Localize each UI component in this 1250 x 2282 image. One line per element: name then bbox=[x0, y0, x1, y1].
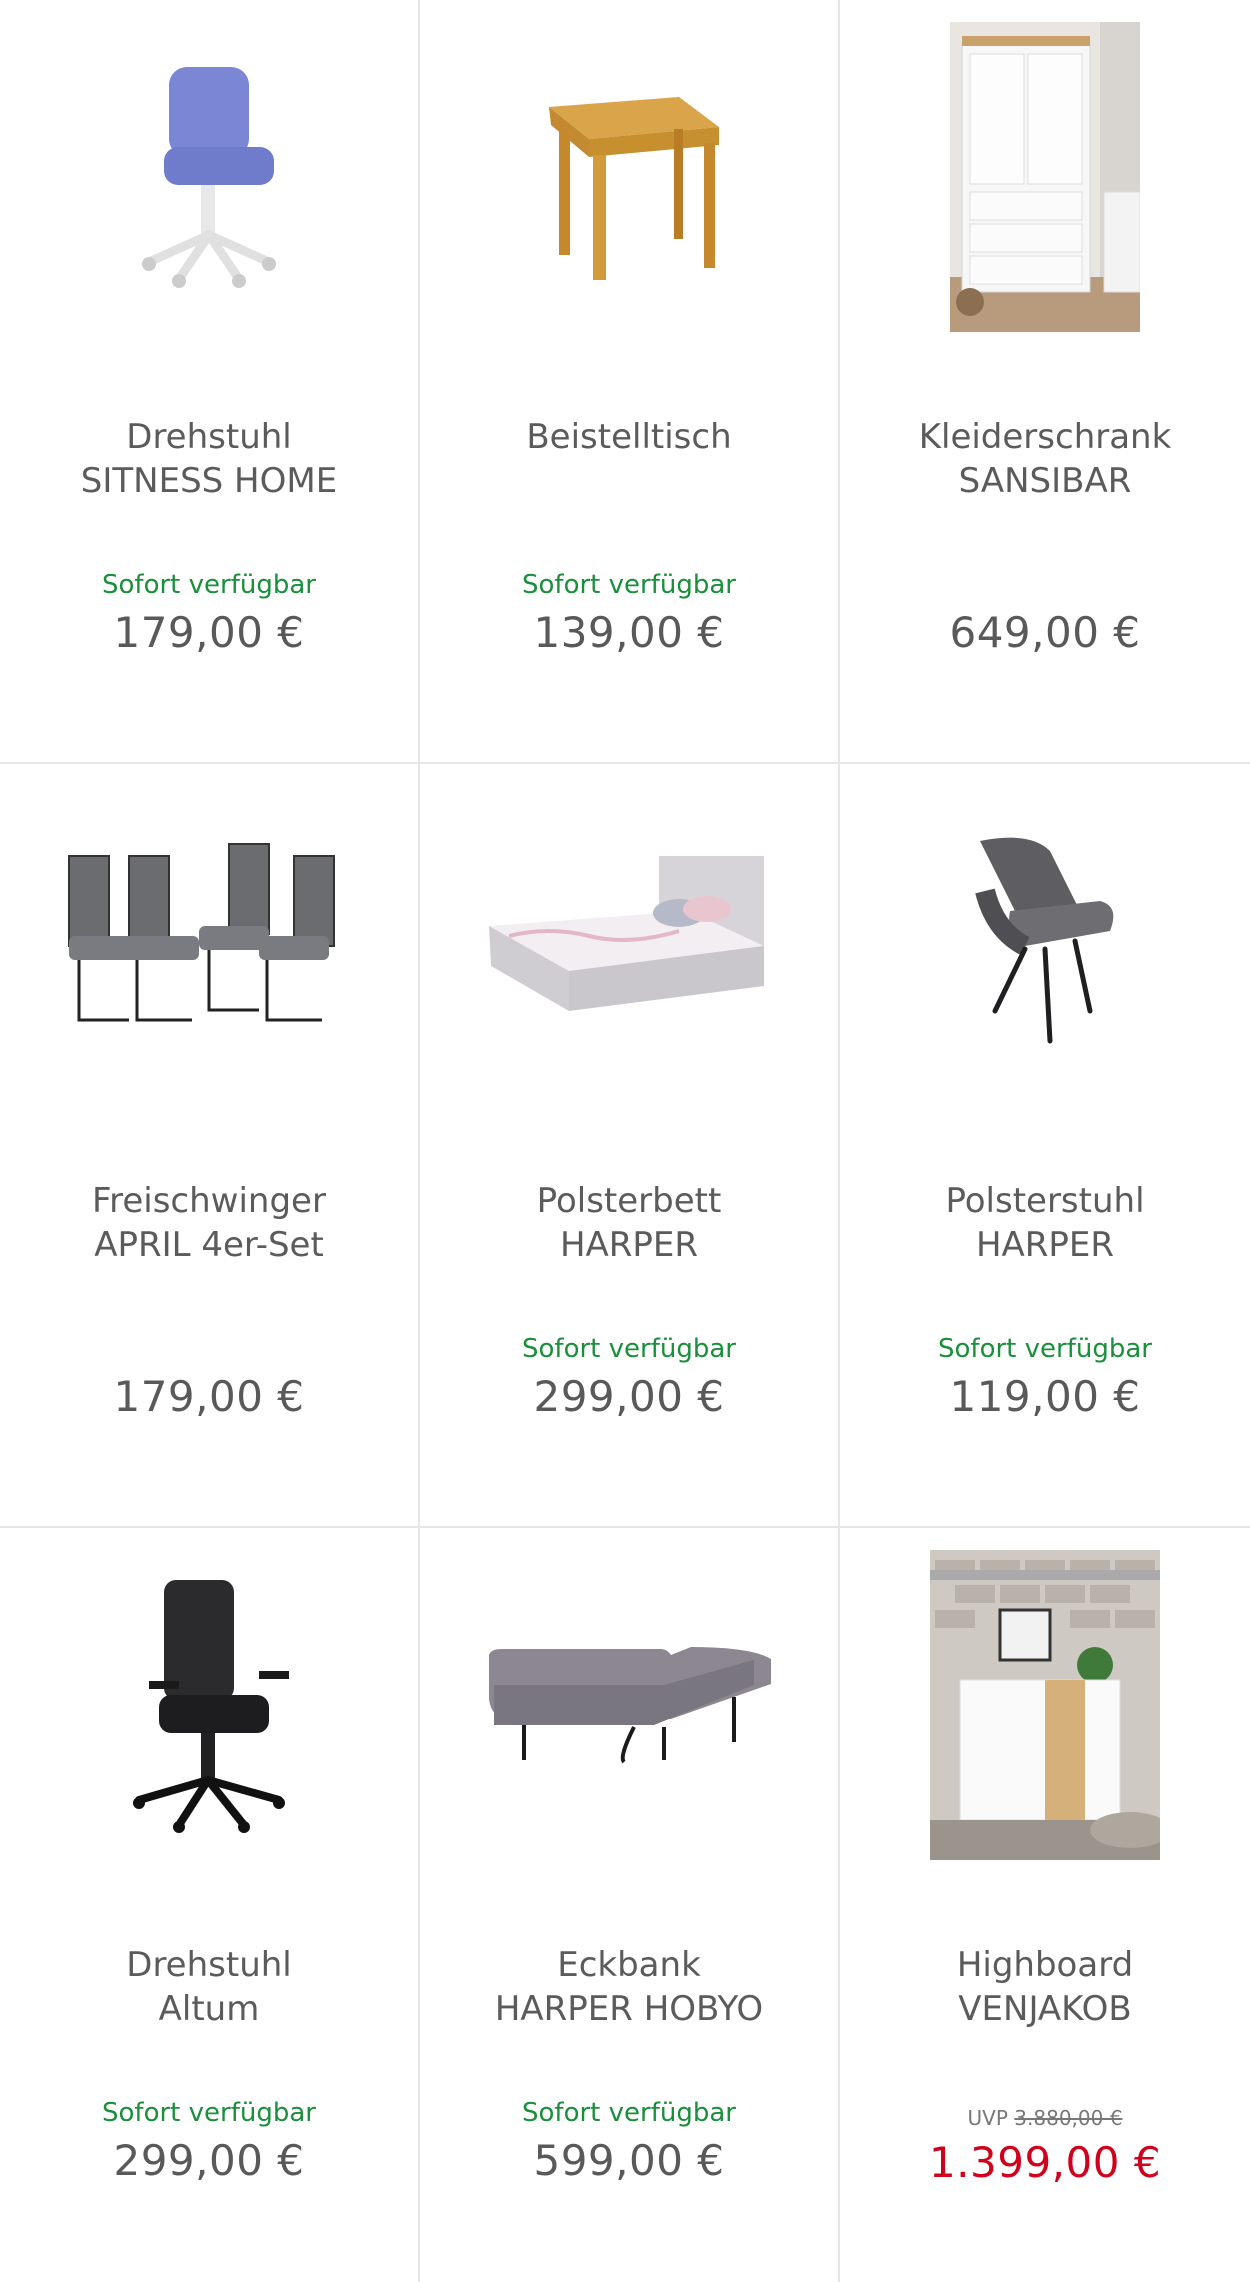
product-title-line2: HARPER HOBYO bbox=[494, 1989, 764, 2029]
sale-price: 1.399,00 € bbox=[928, 2138, 1162, 2187]
product-title-line1: Highboard bbox=[956, 1945, 1134, 1985]
uvp-label: UVP bbox=[967, 2106, 1008, 2130]
availability-label: Sofort verfügbar bbox=[522, 570, 736, 600]
product-title-line1: Polsterbett bbox=[536, 1181, 722, 1221]
product-card[interactable]: Freischwinger APRIL 4er-Set 179,00 € bbox=[0, 764, 418, 1526]
product-card[interactable]: Eckbank HARPER HOBYO Sofort verfügbar 59… bbox=[420, 1528, 838, 2282]
product-title[interactable]: Freischwinger APRIL 4er-Set bbox=[0, 1179, 418, 1267]
product-price: 599,00 € bbox=[533, 2136, 725, 2185]
product-title[interactable]: Drehstuhl SITNESS HOME bbox=[0, 415, 418, 503]
product-card[interactable]: Drehstuhl SITNESS HOME Sofort verfügbar … bbox=[0, 0, 418, 762]
uvp-line: UVP 3.880,00 € bbox=[840, 2106, 1250, 2130]
availability-label: Sofort verfügbar bbox=[522, 1334, 736, 1364]
office-chair-black-image[interactable] bbox=[54, 1540, 364, 1870]
upholstered-chair-image[interactable] bbox=[890, 776, 1200, 1106]
product-title-line1: Drehstuhl bbox=[126, 417, 292, 457]
product-price: 179,00 € bbox=[113, 1372, 305, 1421]
product-title-line1: Eckbank bbox=[557, 1945, 701, 1985]
availability-label: Sofort verfügbar bbox=[938, 1334, 1152, 1364]
swivel-chair-blue-image[interactable] bbox=[54, 12, 364, 342]
product-title[interactable]: Eckbank HARPER HOBYO bbox=[420, 1943, 838, 2031]
product-price: 299,00 € bbox=[113, 2136, 305, 2185]
product-title-line2: VENJAKOB bbox=[958, 1989, 1132, 2029]
cantilever-chairs-set-image[interactable] bbox=[54, 776, 364, 1106]
product-grid: Drehstuhl SITNESS HOME Sofort verfügbar … bbox=[0, 0, 1250, 2282]
product-title-line1: Kleiderschrank bbox=[918, 417, 1172, 457]
product-title-line1: Beistelltisch bbox=[526, 417, 732, 457]
product-card[interactable]: Drehstuhl Altum Sofort verfügbar 299,00 … bbox=[0, 1528, 418, 2282]
product-title[interactable]: Drehstuhl Altum bbox=[0, 1943, 418, 2031]
uvp-price: 3.880,00 € bbox=[1014, 2106, 1123, 2130]
product-title[interactable]: Beistelltisch bbox=[420, 415, 838, 459]
product-price: 649,00 € bbox=[949, 608, 1141, 657]
wardrobe-white-image[interactable] bbox=[890, 12, 1200, 342]
highboard-image[interactable] bbox=[890, 1540, 1200, 1870]
product-title-line2: Altum bbox=[158, 1989, 260, 2029]
product-card[interactable]: Beistelltisch Sofort verfügbar 139,00 € bbox=[420, 0, 838, 762]
availability-label: Sofort verfügbar bbox=[102, 570, 316, 600]
product-card[interactable]: Highboard VENJAKOB UVP 3.880,00 € 1.399,… bbox=[840, 1528, 1250, 2282]
availability-label: Sofort verfügbar bbox=[522, 2098, 736, 2128]
product-card[interactable]: Kleiderschrank SANSIBAR 649,00 € bbox=[840, 0, 1250, 762]
product-price: 299,00 € bbox=[533, 1372, 725, 1421]
product-card[interactable]: Polsterstuhl HARPER Sofort verfügbar 119… bbox=[840, 764, 1250, 1526]
product-title-line1: Polsterstuhl bbox=[945, 1181, 1145, 1221]
availability-label: Sofort verfügbar bbox=[102, 2098, 316, 2128]
corner-bench-image[interactable] bbox=[474, 1540, 784, 1870]
product-title[interactable]: Highboard VENJAKOB bbox=[840, 1943, 1250, 2031]
product-price: 139,00 € bbox=[533, 608, 725, 657]
product-title[interactable]: Polsterstuhl HARPER bbox=[840, 1179, 1250, 1267]
product-title-line1: Drehstuhl bbox=[126, 1945, 292, 1985]
upholstered-bed-image[interactable] bbox=[474, 776, 784, 1106]
product-title-line2: SANSIBAR bbox=[958, 461, 1132, 501]
product-price: 119,00 € bbox=[949, 1372, 1141, 1421]
product-price: 179,00 € bbox=[113, 608, 305, 657]
product-title-line2: HARPER bbox=[559, 1225, 699, 1265]
product-title-line1: Freischwinger bbox=[92, 1181, 326, 1221]
product-title-line2: SITNESS HOME bbox=[80, 461, 338, 501]
product-title[interactable]: Polsterbett HARPER bbox=[420, 1179, 838, 1267]
side-table-wood-image[interactable] bbox=[474, 12, 784, 342]
product-title[interactable]: Kleiderschrank SANSIBAR bbox=[840, 415, 1250, 503]
product-card[interactable]: Polsterbett HARPER Sofort verfügbar 299,… bbox=[420, 764, 838, 1526]
product-title-line2: HARPER bbox=[975, 1225, 1115, 1265]
product-title-line2: APRIL 4er-Set bbox=[94, 1225, 324, 1265]
